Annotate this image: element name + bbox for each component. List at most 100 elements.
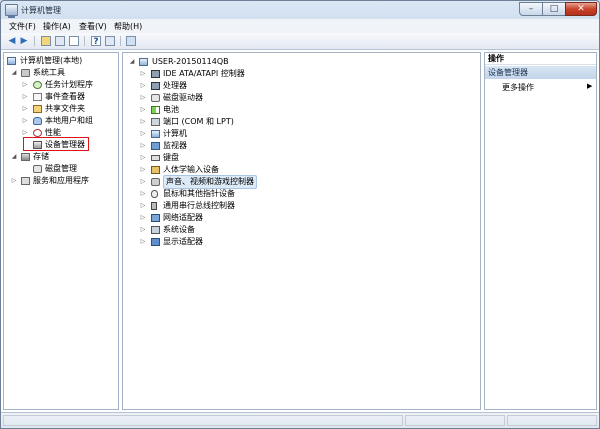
expanded-arrow-icon[interactable]: ◢ [128,56,136,68]
menu-action[interactable]: 操作(A) [43,21,71,32]
device-category-label: 电池 [163,105,179,114]
minimize-button[interactable]: – [519,2,543,16]
submenu-arrow-icon[interactable]: ▶ [587,82,592,90]
status-cell [3,415,403,426]
actions-section-device-manager[interactable]: 设备管理器 [485,66,596,79]
show-hide-console-tree-icon[interactable] [55,36,65,46]
computer-icon [151,130,160,138]
chip-icon [151,82,160,90]
device-category-label: 声音、视频和游戏控制器 [163,175,257,189]
device-category-label: 计算机 [163,129,187,138]
collapsed-arrow-icon[interactable]: ▷ [139,164,147,176]
device-category-label: 磁盘驱动器 [163,93,203,102]
device-root-label: USER-20150114QB [152,57,229,66]
collapsed-arrow-icon[interactable]: ▷ [21,79,29,91]
toolbar-separator [84,36,85,46]
device-category-label: 端口 (COM 和 LPT) [163,117,234,126]
computer-icon [139,58,148,66]
collapsed-arrow-icon[interactable]: ▷ [139,188,147,200]
chip-icon [151,70,160,78]
menu-bar: 文件(F) 操作(A) 查看(V) 帮助(H) [1,19,599,34]
monitor-icon [151,142,160,150]
device-tree: ◢ USER-20150114QB ▷ IDE ATA/ATAPI 控制器 ▷ 处理器… [122,52,481,410]
tree-item-label: 计算机管理(本地) [20,56,83,65]
show-hide-action-pane-icon[interactable] [105,36,115,46]
storage-icon [21,153,30,161]
console-tree: 计算机管理(本地) ◢ 系统工具 ▷ 任务计划程序 ▷ 事件查看器 ▷ 共享文件… [3,52,119,410]
menu-help[interactable]: 帮助(H) [114,21,142,32]
menu-file[interactable]: 文件(F) [9,21,36,32]
collapsed-arrow-icon[interactable]: ▷ [139,152,147,164]
usb-icon [151,202,157,210]
forward-icon[interactable]: ▶ [19,36,29,46]
hid-icon [151,166,160,174]
collapsed-arrow-icon[interactable]: ▷ [139,92,147,104]
tree-item-label: 设备管理器 [45,140,85,149]
tree-item-label: 磁盘管理 [45,164,77,173]
toolbar-separator [34,36,35,46]
up-folder-icon[interactable] [41,36,51,46]
collapsed-arrow-icon[interactable]: ▷ [139,140,147,152]
status-cell [507,415,597,426]
collapsed-arrow-icon[interactable]: ▷ [21,91,29,103]
tree-item-label: 事件查看器 [45,92,85,101]
collapsed-arrow-icon[interactable]: ▷ [139,236,147,248]
collapsed-arrow-icon[interactable]: ▷ [139,104,147,116]
collapsed-arrow-icon[interactable]: ▷ [139,128,147,140]
computer-management-icon [7,57,16,65]
device-category-label: 网络适配器 [163,213,203,222]
menu-view[interactable]: 查看(V) [79,21,107,32]
device-category-label: 处理器 [163,81,187,90]
tree-item-label: 本地用户和组 [45,116,93,125]
status-cell [405,415,505,426]
help-icon[interactable]: ? [91,36,101,47]
collapsed-arrow-icon[interactable]: ▷ [21,115,29,127]
collapsed-arrow-icon[interactable]: ▷ [139,80,147,92]
window-title: 计算机管理 [21,6,61,15]
collapsed-arrow-icon[interactable]: ▷ [139,200,147,212]
collapsed-arrow-icon[interactable]: ▷ [21,103,29,115]
disk-icon [151,94,160,102]
port-icon [151,118,160,126]
device-category-label: 通用串行总线控制器 [163,201,235,210]
title-bar[interactable]: 计算机管理 – □ ✕ [1,1,599,19]
services-icon [21,177,30,185]
tree-item-label: 存储 [33,152,49,161]
collapsed-arrow-icon[interactable]: ▷ [139,212,147,224]
back-icon[interactable]: ◀ [7,36,17,46]
expanded-arrow-icon[interactable]: ◢ [10,67,18,79]
computer-management-window: 计算机管理 – □ ✕ 文件(F) 操作(A) 查看(V) 帮助(H) ◀ ▶ … [0,0,600,429]
main-area: 计算机管理(本地) ◢ 系统工具 ▷ 任务计划程序 ▷ 事件查看器 ▷ 共享文件… [1,50,599,412]
properties-icon[interactable] [69,36,79,46]
collapsed-arrow-icon[interactable]: ▷ [139,176,147,188]
collapsed-arrow-icon[interactable]: ▷ [139,224,147,236]
collapsed-arrow-icon[interactable]: ▷ [10,175,18,187]
close-button[interactable]: ✕ [565,2,597,16]
scan-hardware-icon[interactable] [126,36,136,46]
toolbar-separator [120,36,121,46]
battery-icon [151,106,160,114]
more-actions-link[interactable]: 更多操作 [502,82,534,93]
status-bar [1,412,599,428]
expanded-arrow-icon[interactable]: ◢ [10,151,18,163]
collapsed-arrow-icon[interactable]: ▷ [139,68,147,80]
shared-folder-icon [33,105,42,113]
mouse-icon [151,190,158,198]
actions-pane: 操作 设备管理器 更多操作 ▶ [484,52,597,410]
actions-header: 操作 [485,53,596,65]
device-category-label: IDE ATA/ATAPI 控制器 [163,69,245,78]
collapsed-arrow-icon[interactable]: ▷ [139,116,147,128]
device-category-label: 显示适配器 [163,237,203,246]
device-category-label: 鼠标和其他指针设备 [163,189,235,198]
tree-item-label: 任务计划程序 [45,80,93,89]
computer-management-icon [5,4,18,18]
clock-icon [33,81,42,89]
maximize-button[interactable]: □ [542,2,566,16]
tree-item-label: 共享文件夹 [45,104,85,113]
device-category-label: 系统设备 [163,225,195,234]
event-log-icon [33,93,42,101]
performance-icon [33,129,42,137]
users-icon [33,117,42,125]
device-category-label: 监视器 [163,141,187,150]
tree-item-label: 服务和应用程序 [33,176,89,185]
